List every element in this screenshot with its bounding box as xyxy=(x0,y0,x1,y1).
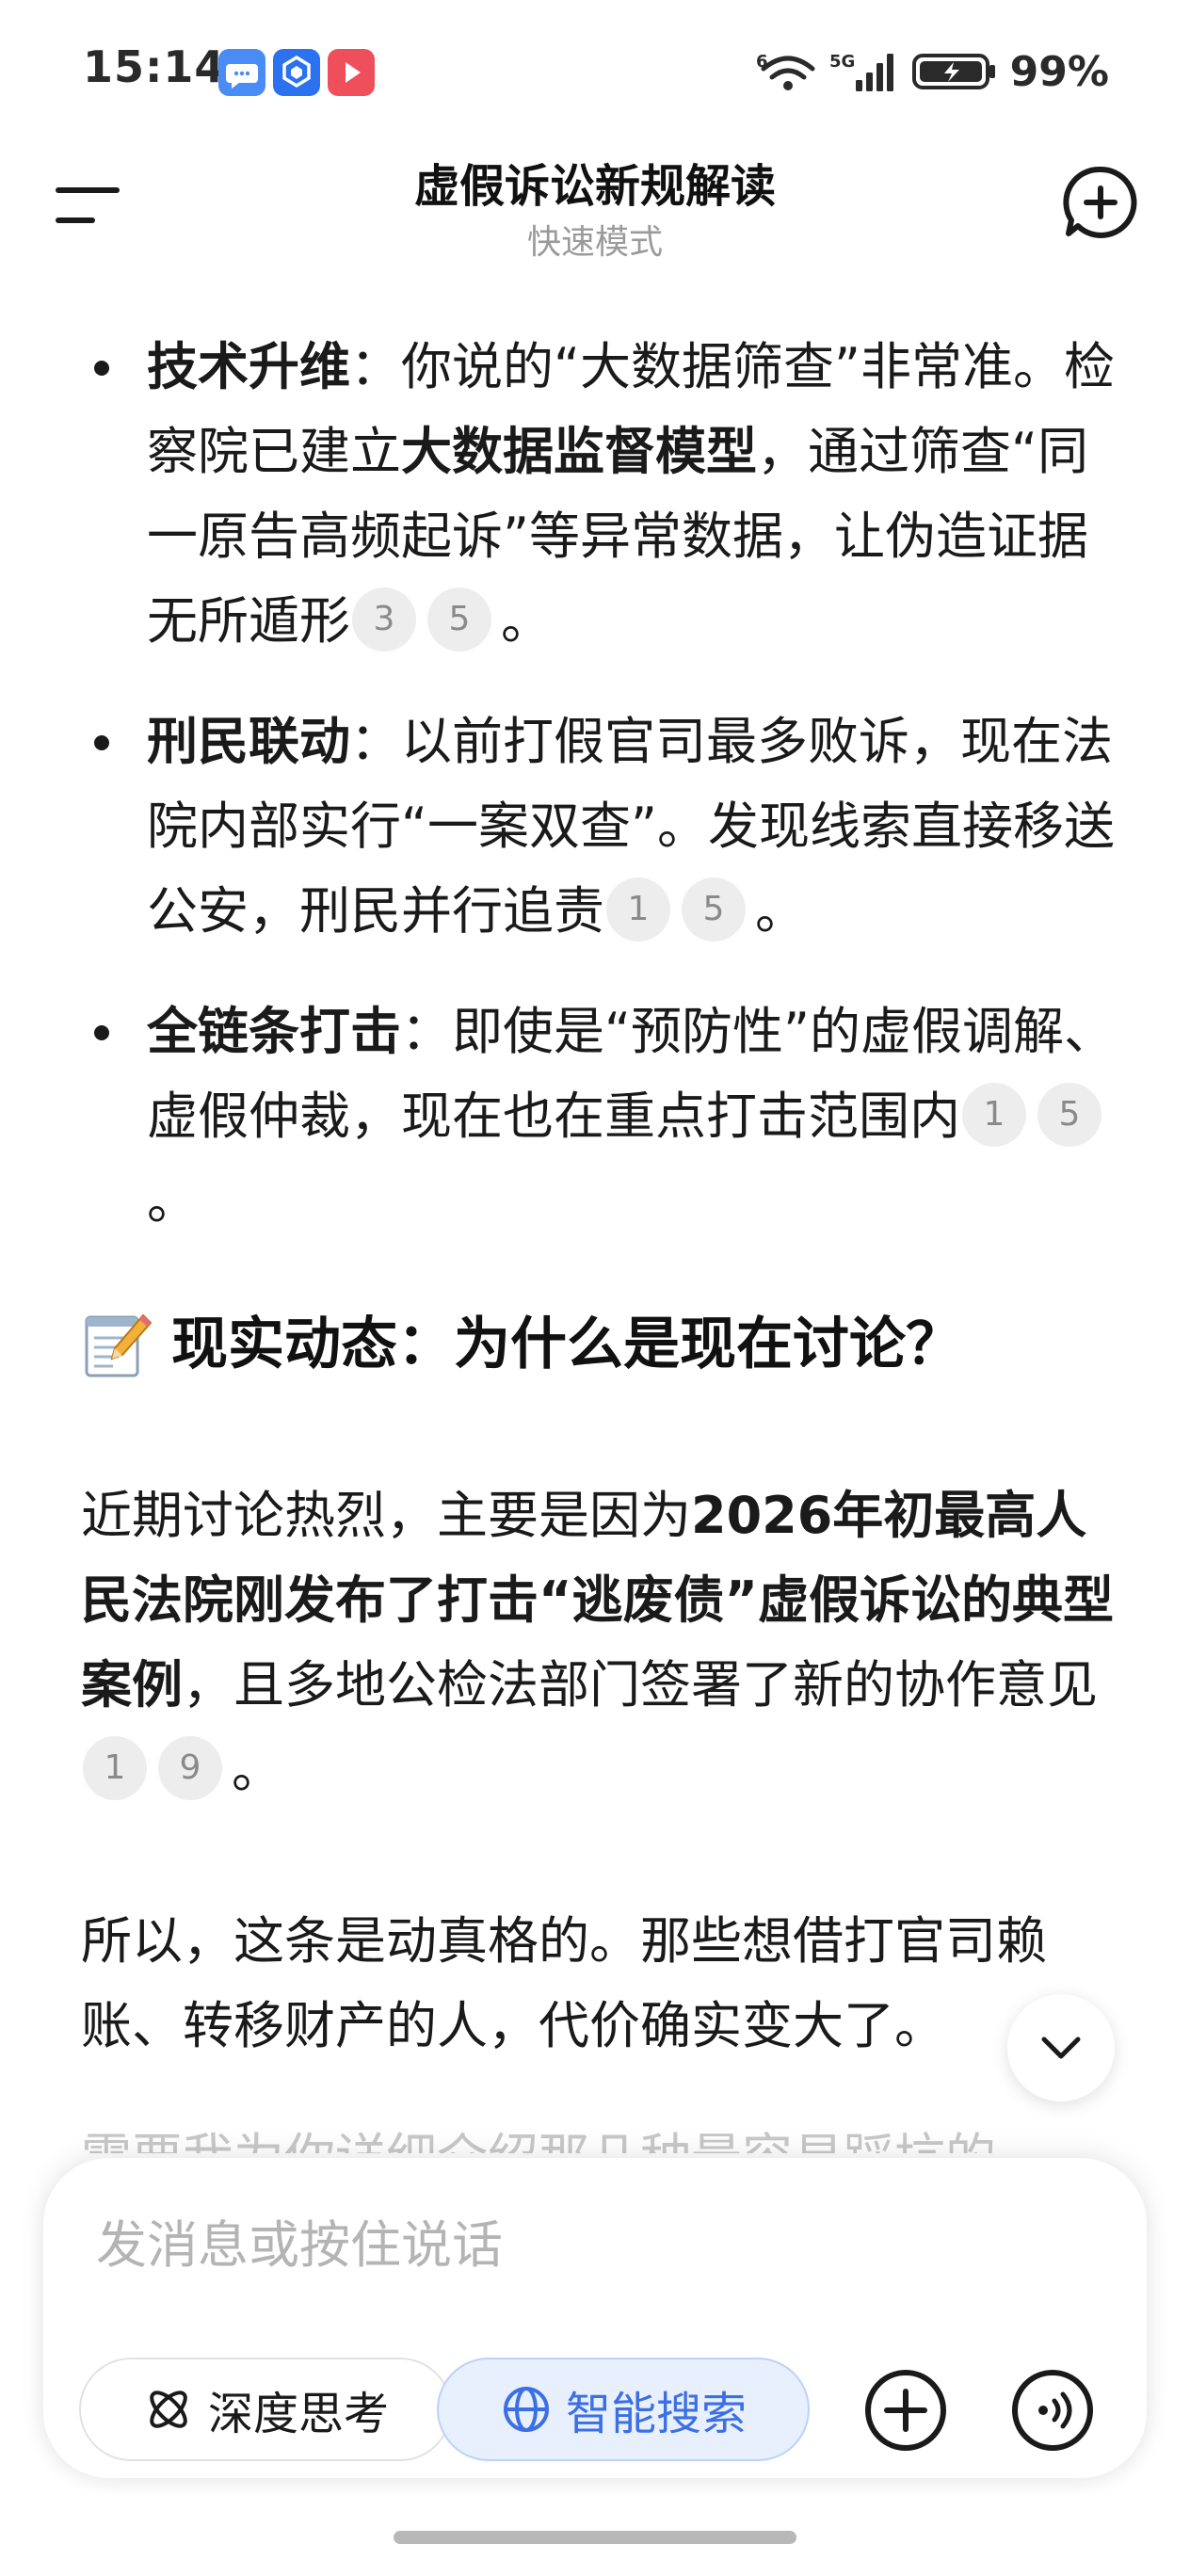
atom-icon xyxy=(150,2391,187,2428)
message-app-icon xyxy=(218,49,265,96)
mode-subtitle[interactable]: 快速模式 xyxy=(0,215,1190,264)
scroll-to-bottom-button[interactable] xyxy=(1007,1994,1115,2101)
citation-badge[interactable]: 5 xyxy=(682,877,746,942)
cellular-signal-icon: 5G xyxy=(829,52,893,91)
bullet-list: 技术升维：你说的“大数据筛查”非常准。检察院已建立大数据监督模型，通过筛查“同一… xyxy=(81,325,1115,1244)
deep-think-label: 深度思考 xyxy=(207,2388,389,2440)
svg-text:5G: 5G xyxy=(829,52,855,72)
paragraph: 所以，这条是动真格的。那些想借打官司赖账、转移财产的人，代价确实变大了。 xyxy=(81,1911,1047,2055)
bullet-bold-text: 大数据监督模型 xyxy=(401,422,757,481)
status-bar: 15:14 6 5G 99% xyxy=(0,0,1190,141)
deep-think-button[interactable]: 深度思考 xyxy=(79,2358,452,2461)
citation-badge[interactable]: 5 xyxy=(427,588,491,652)
smart-search-button[interactable]: 智能搜索 xyxy=(437,2358,810,2461)
citation-badge[interactable]: 3 xyxy=(352,588,416,652)
citation-badge[interactable]: 1 xyxy=(83,1736,147,1801)
home-indicator[interactable] xyxy=(394,2531,796,2544)
bullet-end: 。 xyxy=(147,1171,198,1231)
globe-icon xyxy=(503,2387,549,2432)
assistant-message: 技术升维：你说的“大数据筛查”非常准。检察院已建立大数据监督模型，通过筛查“同一… xyxy=(81,325,1115,2153)
paragraph-end: 。 xyxy=(232,1740,282,1799)
status-indicators: 6 5G 99% xyxy=(756,43,1109,100)
section-heading: 现实动态：为什么是现在讨论？ xyxy=(81,1302,1115,1387)
list-item: 技术升维：你说的“大数据筛查”非常准。检察院已建立大数据监督模型，通过筛查“同一… xyxy=(81,325,1115,664)
list-item: 刑民联动：以前打假官司最多败诉，现在法院内部实行“一案双查”。发现线索直接移送公… xyxy=(81,700,1115,954)
bullet-end: 。 xyxy=(501,591,552,651)
ai-app-icon xyxy=(273,49,320,96)
new-chat-icon[interactable] xyxy=(1060,162,1141,243)
wifi-icon: 6 xyxy=(756,52,815,90)
section-heading-text: 现实动态：为什么是现在讨论？ xyxy=(171,1312,962,1377)
battery-percentage: 99% xyxy=(1009,47,1109,96)
bullet-term: 技术升维 xyxy=(147,337,350,396)
paragraph-text: ，且多地公检法部门签署了新的协作意见 xyxy=(183,1655,1098,1715)
list-item: 全链条打击：即使是“预防性”的虚假调解、虚假仲裁，现在也在重点打击范围内 1 5。 xyxy=(81,990,1115,1244)
citation-badge[interactable]: 5 xyxy=(1037,1083,1102,1148)
battery-icon xyxy=(911,54,995,89)
citation-badge[interactable]: 9 xyxy=(158,1736,222,1801)
memo-icon xyxy=(85,1313,153,1377)
paragraph: 近期讨论热烈，主要是因为2026年初最高人民法院刚发布了打击“逃废债”虚假诉讼的… xyxy=(81,1473,1115,1812)
paragraph-text: 近期讨论热烈，主要是因为 xyxy=(81,1486,691,1545)
bullet-term: 刑民联动 xyxy=(147,712,350,771)
truncated-paragraph: 需要我为你详细介绍那几种最容易踩坑的 xyxy=(81,2116,1115,2153)
smart-search-label: 智能搜索 xyxy=(565,2388,747,2440)
add-attachment-icon[interactable] xyxy=(862,2367,949,2454)
citation-badge[interactable]: 1 xyxy=(606,877,670,942)
video-app-icon xyxy=(328,49,375,96)
chat-header: 虚假诉讼新规解读 快速模式 xyxy=(0,141,1190,273)
bullet-end: 。 xyxy=(755,881,806,941)
bullet-term: 全链条打击 xyxy=(147,1002,401,1061)
citation-badge[interactable]: 1 xyxy=(962,1083,1026,1148)
chevron-down-icon xyxy=(1041,2037,1081,2059)
message-input[interactable]: 发消息或按住说话 xyxy=(96,2203,503,2278)
status-time: 15:14 xyxy=(83,41,226,92)
message-composer: 发消息或按住说话 深度思考 智能搜索 xyxy=(43,2158,1147,2478)
voice-call-icon[interactable] xyxy=(1009,2367,1096,2454)
page-title: 虚假诉讼新规解读 xyxy=(413,160,776,213)
